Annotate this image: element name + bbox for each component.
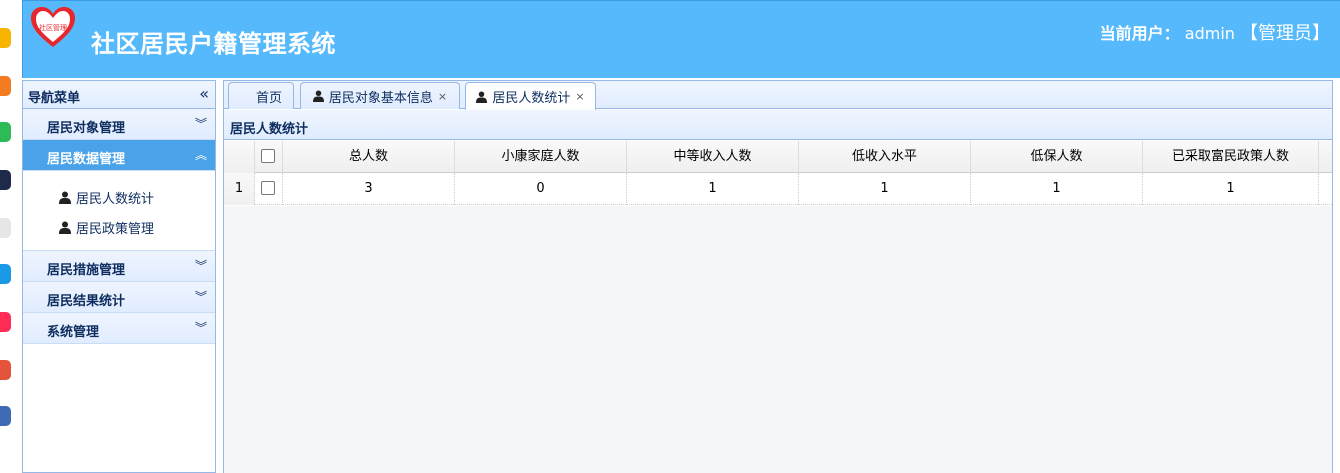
panel-header: 居民人数统计	[224, 110, 1332, 140]
user-name: admin	[1184, 24, 1235, 43]
row-checkbox[interactable]	[261, 181, 275, 195]
logo-text: 社区管理	[39, 23, 67, 32]
user-role: 【管理员】	[1240, 23, 1330, 44]
sidebar-item-label: 居民政策管理	[76, 221, 155, 237]
nav-group-label: 居民措施管理	[47, 263, 126, 278]
column-header[interactable]: 低保人数	[971, 141, 1143, 173]
column-header[interactable]: 总人数	[283, 141, 455, 173]
data-grid: 总人数 小康家庭人数 中等收入人数 低收入水平 低保人数 已采取富民政策人数 1…	[224, 141, 1332, 205]
expand-icon: ︾	[194, 321, 207, 335]
nav-group-resident-results[interactable]: 居民结果统计 ︾	[23, 282, 215, 313]
person-icon	[59, 191, 71, 204]
nav-menu-title: 导航菜单	[28, 91, 81, 106]
expand-icon: ︾	[194, 259, 207, 273]
row-number-header	[224, 141, 255, 173]
app-icon-4[interactable]	[0, 170, 11, 190]
expand-icon: ︾	[194, 290, 207, 304]
nav-group-label: 居民结果统计	[47, 294, 126, 309]
app-icon-1[interactable]	[0, 28, 11, 48]
current-user-info: 当前用户： admin 【管理员】	[1100, 19, 1330, 45]
row-select-cell	[255, 173, 283, 205]
expand-icon: ︾	[194, 117, 207, 131]
app-icon-9[interactable]	[0, 406, 11, 426]
table-row[interactable]: 1 3 0 1 1 1 1	[224, 173, 1332, 205]
select-all-cell	[255, 141, 283, 173]
nav-group-label: 居民数据管理	[47, 152, 126, 167]
column-header[interactable]: 低收入水平	[799, 141, 971, 173]
nav-group-body: 居民人数统计 居民政策管理	[23, 171, 215, 251]
nav-group-label: 居民对象管理	[47, 121, 126, 136]
column-header[interactable]: 小康家庭人数	[455, 141, 627, 173]
table-cell: 1	[1143, 173, 1319, 205]
person-icon	[476, 91, 488, 103]
row-number: 1	[224, 173, 255, 205]
app-title: 社区居民户籍管理系统	[91, 30, 336, 58]
sidebar-item-resident-policy[interactable]: 居民政策管理	[59, 217, 154, 237]
sidebar-item-resident-count[interactable]: 居民人数统计	[59, 187, 154, 207]
app-header: 社区管理 社区居民户籍管理系统 当前用户： admin 【管理员】	[22, 0, 1340, 78]
collapse-icon: ︽	[194, 148, 207, 162]
os-dock-strip	[0, 0, 14, 473]
table-cell: 1	[971, 173, 1143, 205]
nav-menu-header: 导航菜单 «	[23, 81, 215, 109]
app-icon-8[interactable]	[0, 360, 11, 380]
grid-empty-area	[224, 206, 1332, 473]
select-all-checkbox[interactable]	[261, 149, 275, 163]
close-tab-icon[interactable]: ×	[575, 90, 584, 103]
panel-title: 居民人数统计	[230, 122, 309, 137]
sidebar-item-label: 居民人数统计	[76, 191, 155, 207]
nav-group-system-management[interactable]: 系统管理 ︾	[23, 313, 215, 344]
person-icon	[59, 221, 71, 234]
navigation-sidebar: 导航菜单 « 居民对象管理 ︾ 居民数据管理 ︽ 居民人数统计 居民政策管理 居…	[22, 80, 216, 473]
tab-label: 首页	[255, 90, 282, 106]
tab-label: 居民人数统计	[492, 91, 571, 106]
column-header[interactable]: 中等收入人数	[627, 141, 799, 173]
app-icon-3[interactable]	[0, 122, 11, 142]
table-cell: 3	[283, 173, 455, 205]
main-content: 首页 居民对象基本信息 × 居民人数统计 × 居民人数统计 总人数 小康家庭人数…	[223, 80, 1333, 473]
app-window: 社区管理 社区居民户籍管理系统 当前用户： admin 【管理员】 导航菜单 «…	[22, 0, 1340, 473]
app-icon-5[interactable]	[0, 218, 11, 238]
nav-group-label: 系统管理	[47, 325, 100, 340]
table-cell: 1	[799, 173, 971, 205]
tab-resident-count[interactable]: 居民人数统计 ×	[465, 82, 596, 110]
table-cell: 0	[455, 173, 627, 205]
nav-group-resident-measures[interactable]: 居民措施管理 ︾	[23, 251, 215, 282]
grid-header-row: 总人数 小康家庭人数 中等收入人数 低收入水平 低保人数 已采取富民政策人数	[224, 141, 1332, 173]
nav-group-resident-data[interactable]: 居民数据管理 ︽	[23, 140, 215, 171]
app-icon-7[interactable]	[0, 312, 11, 332]
user-label: 当前用户：	[1099, 24, 1180, 43]
heart-logo-icon: 社区管理	[31, 7, 75, 47]
table-cell: 1	[627, 173, 799, 205]
app-icon-2[interactable]	[0, 76, 11, 96]
person-icon	[312, 90, 324, 102]
collapse-sidebar-icon[interactable]: «	[199, 84, 209, 103]
tab-bar: 首页 居民对象基本信息 × 居民人数统计 ×	[224, 81, 1332, 110]
close-tab-icon[interactable]: ×	[438, 90, 447, 103]
tab-home[interactable]: 首页	[228, 82, 294, 109]
column-header[interactable]: 已采取富民政策人数	[1143, 141, 1319, 173]
tab-resident-basic-info[interactable]: 居民对象基本信息 ×	[300, 82, 460, 109]
app-icon-6[interactable]	[0, 264, 11, 284]
nav-group-resident-objects[interactable]: 居民对象管理 ︾	[23, 109, 215, 140]
tab-label: 居民对象基本信息	[328, 90, 433, 106]
